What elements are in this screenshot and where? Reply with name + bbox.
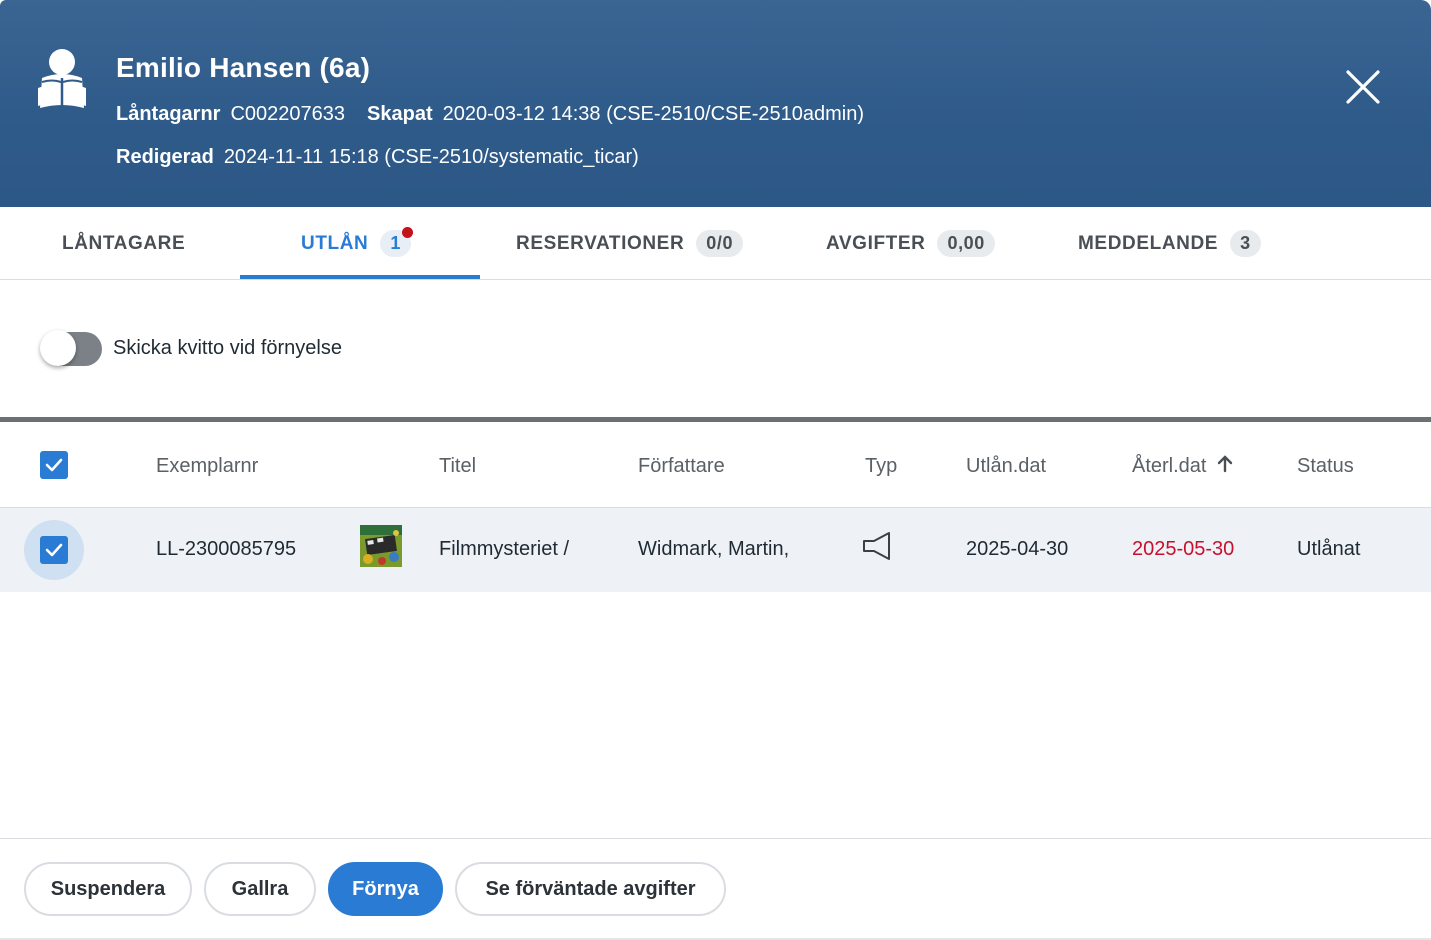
tab-badge: 0,00 <box>937 230 995 257</box>
tab-label: LÅNTAGARE <box>62 232 186 254</box>
item-number-cell[interactable]: LL-2300085795 <box>156 538 296 561</box>
toggle-knob <box>40 330 76 366</box>
title-cell[interactable]: Filmmysteriet / <box>439 538 569 561</box>
column-header-status[interactable]: Status <box>1297 455 1354 478</box>
reading-person-icon <box>38 49 86 108</box>
tab-label: RESERVATIONER <box>516 232 685 254</box>
due-date-cell: 2025-05-30 <box>1132 538 1235 560</box>
tab-label: AVGIFTER <box>826 232 926 254</box>
edited-label: Redigerad <box>116 146 214 168</box>
status-cell: Utlånat <box>1297 538 1361 560</box>
borrower-number-label: Låntagarnr <box>116 103 221 125</box>
tab-loans[interactable]: UTLÅN 1 <box>301 207 414 280</box>
column-header-due-date[interactable]: Återl.dat <box>1132 455 1234 478</box>
column-header-loan-date[interactable]: Utlån.dat <box>966 455 1046 478</box>
table-row[interactable]: LL-2300085795 Filmmysteriet / Widmark, M… <box>0 508 1431 592</box>
weed-button[interactable]: Gallra <box>204 862 316 916</box>
tab-label: MEDDELANDE <box>1078 232 1219 254</box>
column-header-title[interactable]: Titel <box>439 455 476 478</box>
suspend-button[interactable]: Suspendera <box>24 862 192 916</box>
row-checkbox[interactable] <box>40 536 68 564</box>
tab-badge-count: 1 <box>390 233 402 253</box>
checkmark-icon <box>45 458 63 472</box>
tab-badge: 3 <box>1230 230 1261 257</box>
renew-button[interactable]: Förnya <box>328 862 443 916</box>
active-tab-indicator <box>240 275 480 279</box>
column-header-due-date-label: Återl.dat <box>1132 455 1207 477</box>
edited-value: 2024-11-11 15:18 (CSE-2510/systematic_ti… <box>223 146 639 168</box>
borrower-number-value: C002207633 <box>230 103 346 125</box>
edited-meta-row: Redigerad 2024-11-11 15:18 (CSE-2510/syst… <box>116 146 661 169</box>
receipt-toggle[interactable] <box>40 330 102 366</box>
column-header-type[interactable]: Typ <box>865 455 897 478</box>
tab-badge: 1 <box>380 227 414 257</box>
close-icon[interactable] <box>1340 64 1386 110</box>
borrower-meta-row: Låntagarnr C002207633 Skapat 2020-03-12 14:… <box>116 103 886 126</box>
tab-label: UTLÅN <box>301 232 369 254</box>
author-cell: Widmark, Martin, <box>638 538 790 560</box>
column-header-item-number[interactable]: Exemplarnr <box>156 455 258 478</box>
tab-borrower[interactable]: LÅNTAGARE <box>62 207 185 280</box>
select-all-checkbox[interactable] <box>40 451 68 479</box>
borrower-name: Emilio Hansen (6a) <box>116 52 371 83</box>
sort-ascending-icon <box>1217 455 1233 473</box>
created-value: 2020-03-12 14:38 (CSE-2510/CSE-2510admin… <box>442 103 864 125</box>
column-header-author[interactable]: Författare <box>638 455 725 478</box>
notification-dot <box>402 227 414 238</box>
loan-date-cell: 2025-04-30 <box>966 538 1069 560</box>
book-cover-thumbnail[interactable] <box>360 525 402 567</box>
created-label: Skapat <box>367 103 433 125</box>
receipt-toggle-label: Skicka kvitto vid förnyelse <box>113 337 342 359</box>
tab-bar: LÅNTAGARE UTLÅN 1 RESERVATIONER 0/0 AVGI… <box>0 207 1431 280</box>
tab-messages[interactable]: MEDDELANDE 3 <box>1078 207 1261 280</box>
tab-fees[interactable]: AVGIFTER 0,00 <box>826 207 995 280</box>
tab-badge: 0/0 <box>696 230 744 257</box>
footer-divider <box>0 838 1431 839</box>
loans-table-header: Exemplarnr Titel Författare Typ Utlån.da… <box>0 422 1431 508</box>
expected-fees-button[interactable]: Se förväntade avgifter <box>455 862 726 916</box>
checkmark-icon <box>45 543 63 557</box>
tab-reservations[interactable]: RESERVATIONER 0/0 <box>516 207 744 280</box>
audiobook-speaker-icon <box>863 532 890 560</box>
borrower-header: Emilio Hansen (6a) Låntagarnr C002207633 S… <box>0 0 1431 207</box>
